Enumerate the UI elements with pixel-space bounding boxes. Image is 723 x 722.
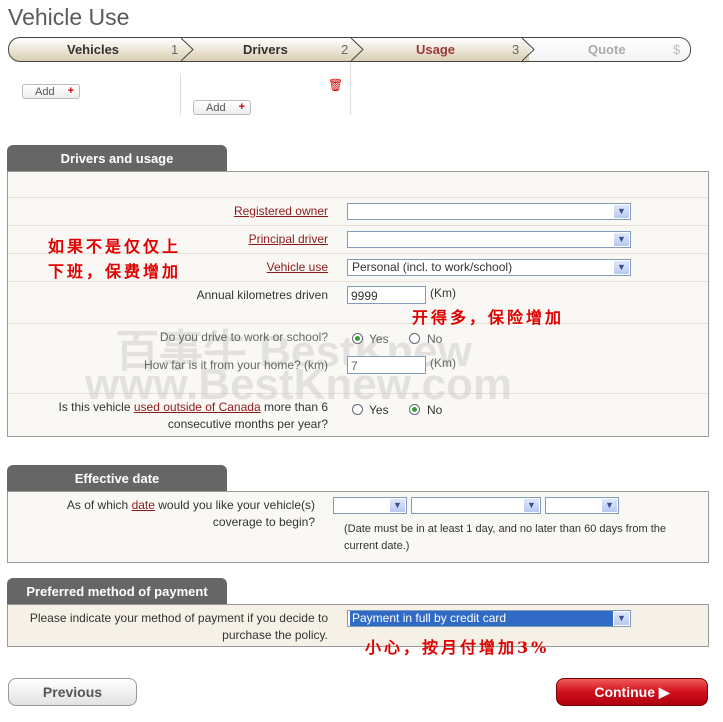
registered-owner-link[interactable]: Registered owner [234,204,328,218]
continue-button[interactable]: Continue ▶ [556,678,708,706]
how-far-label: How far is it from your home? (km) [143,358,328,372]
year-select[interactable]: ▼ [545,497,619,514]
plus-icon: + [67,85,74,97]
add-vehicle-button[interactable]: Add + [22,84,80,99]
chevron-divider-icon [181,38,194,61]
principal-driver-select[interactable]: ▼ [347,231,631,248]
previous-button[interactable]: Previous [8,678,137,706]
annotation-usage: 如果不是仅仅上 下班，保费增加 [48,237,182,281]
chevron-down-icon: ▼ [524,499,539,512]
annotation-payment: 小心，按月付增加3% [365,638,550,657]
annual-km-label: Annual kilometres driven [196,288,328,302]
divider [180,75,181,115]
step-usage: Usage [416,38,455,61]
drive-work-no-radio[interactable] [409,333,420,344]
select-value: Payment in full by credit card [350,611,613,626]
outside-canada-label: Is this vehicle used outside of Canada m… [58,400,328,431]
step-drivers[interactable]: Drivers [243,38,288,61]
step-label: Quote [588,42,626,57]
add-label: Add [206,102,226,114]
month-select[interactable]: ▼ [411,497,541,514]
outside-yes-radio[interactable] [352,404,363,415]
radio-label: Yes [369,332,389,346]
radio-label: No [427,403,443,417]
vehicle-use-select[interactable]: Personal (incl. to work/school) ▼ [347,259,631,276]
how-far-input[interactable]: 7 [347,356,426,374]
payment-method-select[interactable]: Payment in full by credit card ▼ [347,610,631,627]
step-number: 3 [512,42,520,57]
vehicle-use-link[interactable]: Vehicle use [267,260,328,274]
payment-label: Please indicate your method of payment i… [29,611,328,642]
day-select[interactable]: ▼ [333,497,407,514]
km-unit: (Km) [430,356,456,370]
step-number: 1 [171,42,179,57]
step-number: $ [673,42,681,57]
chevron-down-icon: ▼ [614,233,629,246]
add-driver-button[interactable]: Add + [193,100,251,115]
add-label: Add [35,86,55,98]
progress-steps: Vehicles 1 Drivers 2 Usage 3 Quote $ [8,37,691,62]
drive-work-label: Do you drive to work or school? [159,330,328,344]
section-tab-drivers-usage: Drivers and usage [7,145,227,171]
radio-label: Yes [369,403,389,417]
step-label: Usage [416,42,456,57]
page-title: Vehicle Use [8,4,130,30]
section-tab-payment: Preferred method of payment [7,578,227,604]
chevron-divider-icon [522,38,535,61]
radio-label: No [427,332,443,346]
continue-label: Continue [594,684,655,700]
km-unit: (Km) [430,286,456,300]
plus-icon: + [238,101,245,113]
step-label: Vehicles [67,42,120,57]
step-quote: Quote [588,38,626,61]
chevron-down-icon: ▼ [390,499,405,512]
chevron-divider-icon [351,38,364,61]
date-note: (Date must be in at least 1 day, and no … [344,523,667,552]
annual-km-input[interactable]: 9999 [347,286,426,304]
section-tab-effective-date: Effective date [7,465,227,491]
annotation-km: 开得多，保险增加 [412,308,565,327]
chevron-down-icon: ▼ [602,499,617,512]
chevron-down-icon: ▼ [614,261,629,274]
effective-date-label: As of which date would you like your veh… [66,498,315,529]
select-value: Personal (incl. to work/school) [352,260,513,274]
principal-driver-link[interactable]: Principal driver [249,232,328,246]
step-number: 2 [341,42,349,57]
registered-owner-select[interactable]: ▼ [347,203,631,220]
step-label: Drivers [243,42,288,57]
drive-work-yes-radio[interactable] [352,333,363,344]
step-vehicles[interactable]: Vehicles [67,38,119,61]
divider [350,62,351,115]
used-outside-canada-link[interactable]: used outside of Canada [134,400,261,414]
play-arrow-icon: ▶ [658,684,670,700]
trash-icon[interactable]: 🗑 [328,78,343,92]
date-link[interactable]: date [132,498,155,512]
chevron-down-icon: ▼ [614,205,629,218]
outside-no-radio[interactable] [409,404,420,415]
chevron-down-icon: ▼ [614,612,629,625]
